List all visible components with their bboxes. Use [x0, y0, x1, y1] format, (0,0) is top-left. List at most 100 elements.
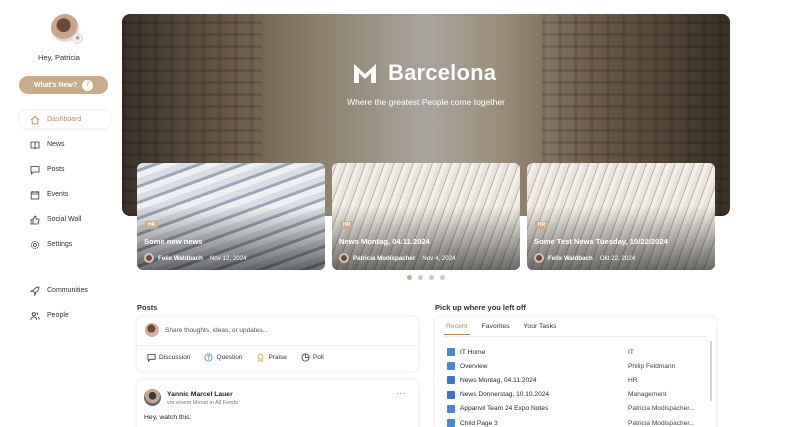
- avatar: [145, 323, 159, 337]
- avatar: [144, 253, 154, 263]
- poll-button[interactable]: Poll: [301, 353, 324, 362]
- news-card-meta: Felix Waldbach Okt 22, 2024: [534, 253, 635, 263]
- whats-new-label: What's New?: [33, 81, 78, 89]
- discussion-label: Discussion: [159, 354, 191, 361]
- thumbs-up-icon: [30, 215, 40, 224]
- greeting: Hey, Patricia: [38, 53, 80, 62]
- tab-favorites[interactable]: Favorites: [480, 323, 512, 335]
- tab-recent[interactable]: Recent: [444, 323, 470, 335]
- rocket-icon: [30, 286, 40, 296]
- news-card-author: Patricia Modispacher: [353, 254, 416, 262]
- list-item[interactable]: News Donnerstag, 10.10.2024 Management: [447, 388, 709, 402]
- sidebar-item-communities[interactable]: Communities: [20, 282, 110, 299]
- list-item[interactable]: Overview Philip Feldmann: [447, 359, 709, 373]
- sidebar-item-events[interactable]: Events: [20, 186, 110, 203]
- gear-icon: [31, 240, 39, 249]
- document-icon: [447, 362, 455, 371]
- sidebar-item-label: People: [47, 312, 69, 319]
- sidebar-item-label: Dashboard: [47, 116, 82, 123]
- document-icon: [447, 419, 455, 427]
- news-card-meta: Patricia Modispacher Nov 4, 2024: [339, 253, 456, 263]
- list-item[interactable]: IT Home IT: [447, 345, 709, 359]
- people-icon: [30, 311, 40, 320]
- news-icon: [447, 390, 455, 399]
- news-card-title: Some new news: [144, 237, 203, 246]
- calendar-icon: [30, 190, 40, 199]
- composer-input[interactable]: Share thoughts, ideas, or updates...: [165, 327, 268, 334]
- carousel-dot-active[interactable]: [407, 275, 412, 280]
- sidebar-item-settings[interactable]: Settings: [20, 236, 110, 253]
- list-item-title: Child Page 3: [460, 419, 498, 427]
- list-item-title: News Montag, 04.11.2024: [460, 376, 537, 384]
- pickup-tabs: Recent Favorites Your Tasks: [444, 323, 558, 335]
- sidebar-item-label: Communities: [47, 287, 88, 294]
- home-icon: [30, 115, 40, 124]
- hero-title: Barcelona: [388, 60, 497, 85]
- carousel-dot[interactable]: [440, 275, 445, 280]
- news-card-tag: HR: [340, 221, 354, 229]
- news-card[interactable]: HR News Montag, 04.11.2024 Patricia Modi…: [332, 163, 520, 270]
- book-icon: [30, 141, 40, 149]
- list-item-owner: Patricia Modispacher...: [628, 405, 695, 413]
- list-item[interactable]: Child Page 3 Patricia Modispacher...: [447, 416, 709, 427]
- tab-your-tasks[interactable]: Your Tasks: [522, 323, 559, 335]
- list-item-title: Overview: [460, 362, 488, 370]
- pickup-title: Pick up where you left off: [435, 303, 526, 312]
- news-card-meta: Felix Waldbach Nov 12, 2024: [144, 253, 247, 263]
- avatar: [339, 253, 349, 263]
- list-item[interactable]: News Montag, 04.11.2024 HR: [447, 373, 709, 387]
- avatar[interactable]: ◉: [51, 14, 83, 44]
- list-item-title: IT Home: [460, 348, 486, 356]
- news-card-title: News Montag, 04.11.2024: [339, 237, 430, 246]
- chat-icon: [30, 165, 40, 175]
- question-label: Question: [216, 354, 243, 361]
- sidebar-item-people[interactable]: People: [20, 307, 110, 324]
- news-card-title: Some Test News Tuesday, 10/22/2024: [534, 237, 668, 246]
- hero-logo: Barcelona: [352, 60, 496, 86]
- sidebar-item-label: News: [47, 141, 65, 148]
- sidebar-item-label: Posts: [47, 166, 65, 173]
- more-options-icon[interactable]: ···: [397, 389, 407, 398]
- discussion-button[interactable]: Discussion: [147, 353, 190, 362]
- list-item[interactable]: Appanvil Team 24 Expo Notes Patricia Mod…: [447, 402, 709, 416]
- sidebar-item-social-wall[interactable]: Social Wall: [20, 211, 110, 228]
- sidebar-item-label: Events: [47, 191, 69, 198]
- news-card-author: Felix Waldbach: [158, 254, 203, 262]
- news-card[interactable]: HR Some new news Felix Waldbach Nov 12, …: [137, 163, 325, 270]
- carousel-dot[interactable]: [418, 275, 423, 280]
- scrollbar[interactable]: [710, 341, 712, 401]
- list-item-owner: Management: [628, 391, 667, 399]
- post-author[interactable]: Yannic Marcel Lauer: [167, 391, 233, 398]
- hero-subtitle: Where the greatest People come together: [347, 97, 505, 107]
- composer-actions: Discussion Question Praise Poll: [147, 353, 324, 362]
- sidebar-item-news[interactable]: News: [20, 136, 110, 153]
- avatar[interactable]: [144, 389, 161, 406]
- avatar-badge-icon: ◉: [72, 33, 83, 44]
- praise-button[interactable]: Praise: [256, 353, 287, 362]
- whats-new-button[interactable]: What's New? 7: [19, 76, 108, 94]
- news-card-date: Okt 22, 2024: [599, 254, 636, 262]
- pickup-panel: Recent Favorites Your Tasks IT Home IT O…: [435, 317, 716, 427]
- sidebar-item-label: Social Wall: [47, 216, 82, 223]
- divider: [137, 345, 418, 346]
- list-item-owner: HR: [628, 376, 638, 384]
- news-card[interactable]: HR Some Test News Tuesday, 10/22/2024 Fe…: [527, 163, 715, 270]
- sidebar: ◉ Hey, Patricia What's New? 7 Dashboard …: [0, 0, 118, 427]
- avatar: [534, 253, 544, 263]
- news-card-tag: HR: [535, 221, 549, 229]
- news-card-tag: HR: [145, 221, 159, 229]
- sidebar-item-dashboard[interactable]: Dashboard: [20, 111, 110, 128]
- poll-label: Poll: [312, 354, 324, 361]
- carousel-dot[interactable]: [429, 275, 434, 280]
- list-item-title: News Donnerstag, 10.10.2024: [460, 391, 550, 399]
- posts-title: Posts: [137, 303, 158, 312]
- award-icon: [258, 353, 264, 362]
- post-meta: vor einem Monat in All Feeds: [167, 400, 238, 406]
- question-button[interactable]: Question: [204, 353, 242, 362]
- list-item-owner: IT: [628, 348, 634, 356]
- chat-icon: [147, 353, 156, 362]
- sidebar-item-posts[interactable]: Posts: [20, 161, 110, 178]
- recent-list: IT Home IT Overview Philip Feldmann News…: [447, 345, 709, 427]
- question-icon: [204, 353, 213, 362]
- brand-m-icon: [354, 64, 376, 83]
